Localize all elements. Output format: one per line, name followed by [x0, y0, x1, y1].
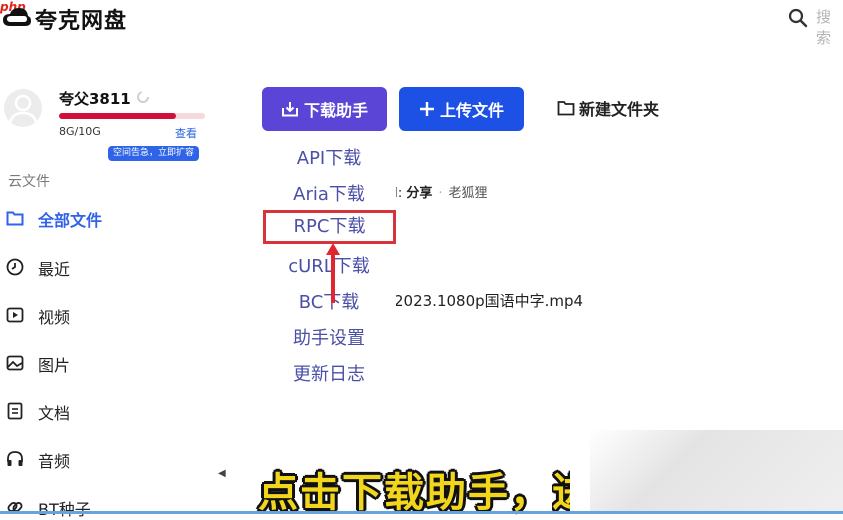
sidebar-item-audio[interactable]: 音频 — [6, 447, 206, 471]
sidebar-section-title: 云文件 — [8, 174, 50, 190]
username: 夸父3811 — [59, 90, 131, 108]
sidebar-item-bt[interactable]: BT种子 — [6, 495, 206, 519]
user-icon — [8, 94, 38, 124]
search-icon[interactable] — [788, 8, 808, 28]
avatar[interactable] — [4, 89, 42, 127]
new-folder-label: 新建文件夹 — [579, 100, 660, 119]
sidebar-item-all-files[interactable]: 全部文件 — [6, 206, 206, 230]
annotation-arrow-icon — [326, 243, 340, 303]
clock-icon — [6, 258, 24, 276]
menu-item-aria-download[interactable]: Aria下载 — [262, 180, 396, 206]
sidebar-item-label: BT种子 — [38, 500, 91, 519]
app-title: 夸克网盘 — [35, 9, 128, 34]
sidebar-item-label: 视频 — [38, 308, 71, 327]
watermark-overlay — [590, 430, 843, 514]
search-input[interactable]: 搜索 — [816, 6, 843, 48]
sidebar-item-label: 全部文件 — [38, 211, 103, 230]
menu-item-api-download[interactable]: API下载 — [262, 144, 396, 170]
download-icon — [281, 102, 298, 117]
video-icon — [6, 307, 24, 323]
file-name[interactable]: 2023.1080p国语中字.mp4 — [394, 290, 583, 311]
download-helper-button[interactable]: 下载助手 — [262, 87, 387, 131]
menu-item-helper-settings[interactable]: 助手设置 — [262, 324, 396, 350]
video-subtitle: 点击下载助手，进 — [258, 470, 570, 516]
document-icon — [7, 402, 23, 420]
upload-button[interactable]: 上传文件 — [399, 87, 524, 131]
sidebar-item-label: 最近 — [38, 260, 71, 279]
quota-bar-fill — [59, 113, 176, 119]
sidebar-item-label: 音频 — [38, 452, 71, 471]
sidebar-item-images[interactable]: 图片 — [6, 351, 206, 375]
download-helper-label: 下载助手 — [303, 101, 368, 120]
collapse-sidebar-icon[interactable]: ◀ — [218, 468, 226, 479]
sidebar-item-video[interactable]: 视频 — [6, 303, 206, 327]
sidebar-item-documents[interactable]: 文档 — [6, 399, 206, 423]
view-quota-link[interactable]: 查看 — [175, 125, 197, 141]
breadcrumb-folder[interactable]: 老狐狸 — [449, 186, 488, 201]
new-folder-button[interactable]: 新建文件夹 — [557, 96, 659, 120]
upload-label: 上传文件 — [439, 101, 504, 120]
sidebar-item-label: 图片 — [38, 356, 71, 375]
sidebar-item-recent[interactable]: 最近 — [6, 255, 206, 279]
menu-item-rpc-download[interactable]: RPC下载 — [263, 210, 396, 244]
image-icon — [6, 355, 24, 371]
sidebar-item-label: 文档 — [38, 404, 71, 423]
menu-item-changelog[interactable]: 更新日志 — [262, 360, 396, 386]
headphones-icon — [7, 451, 23, 466]
expand-storage-badge[interactable]: 空间告急，立即扩容 — [108, 146, 200, 161]
folder-icon — [6, 211, 24, 226]
quota-text: 8G/10G — [59, 125, 101, 138]
breadcrumb: I: 分享 · 老狐狸 — [394, 186, 488, 201]
plus-icon — [419, 102, 434, 116]
loading-icon — [137, 91, 149, 103]
breadcrumb-share[interactable]: 分享 — [406, 186, 432, 201]
folder-icon — [557, 101, 575, 116]
quark-logo-icon — [3, 8, 31, 26]
